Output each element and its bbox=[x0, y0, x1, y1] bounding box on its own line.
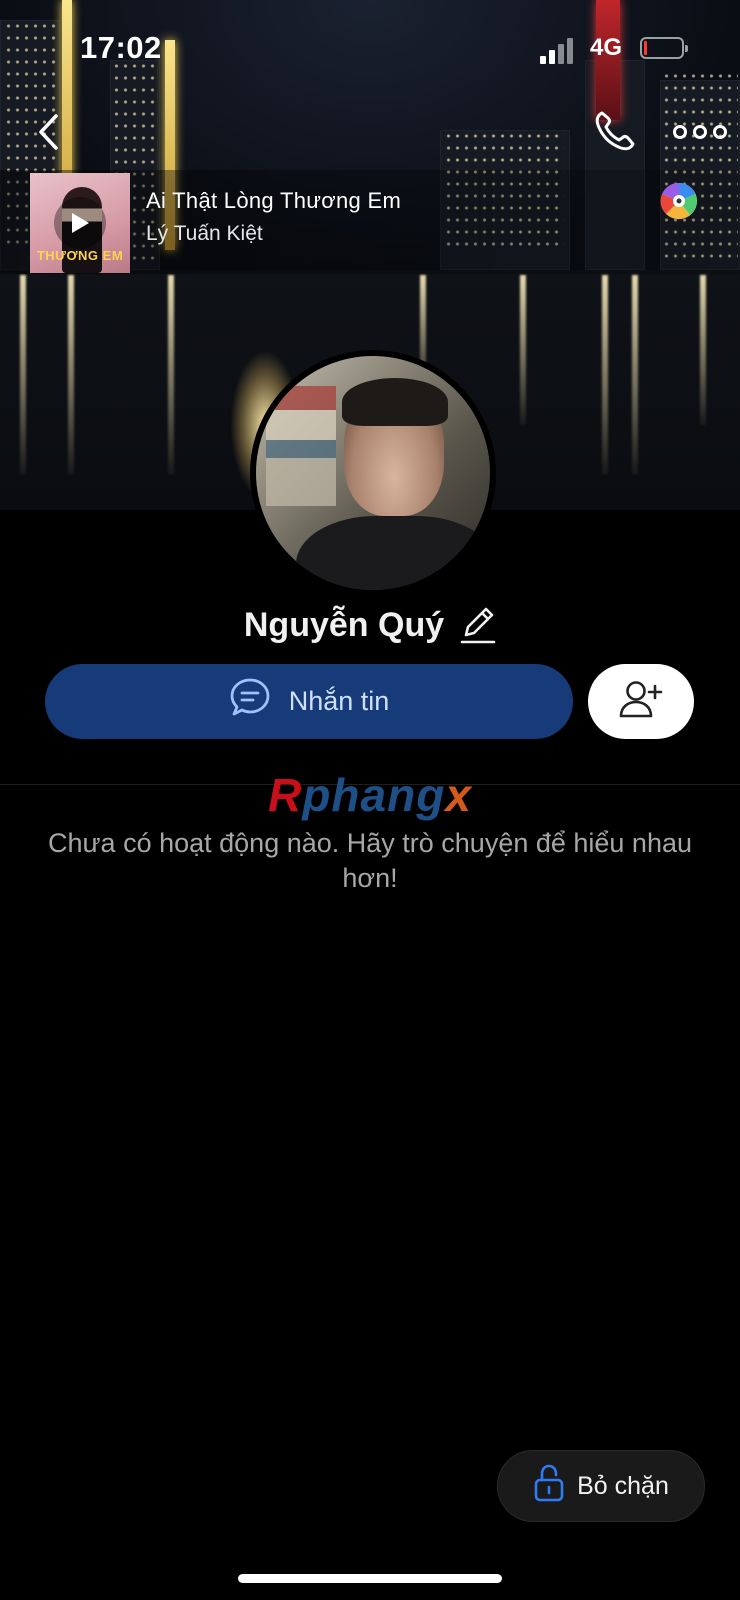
profile-name: Nguyễn Quý bbox=[243, 605, 445, 644]
empty-activity-text: Chưa có hoạt động nào. Hãy trò chuyện để… bbox=[47, 828, 693, 893]
add-friend-icon bbox=[618, 678, 664, 725]
avatar-photo bbox=[256, 356, 490, 590]
more-dots-icon[interactable] bbox=[672, 112, 728, 152]
home-indicator[interactable] bbox=[238, 1574, 502, 1583]
chat-bubble-icon bbox=[229, 677, 271, 726]
watermark-logo: Rphangx bbox=[268, 769, 472, 821]
album-text: THƯƠNG EM bbox=[36, 248, 124, 263]
battery-level bbox=[644, 41, 647, 55]
unlock-icon bbox=[533, 1464, 565, 1509]
music-disc-icon[interactable] bbox=[660, 182, 698, 220]
cover-reflection bbox=[700, 275, 706, 425]
cover-reflection bbox=[68, 275, 74, 475]
battery-icon bbox=[640, 37, 688, 59]
cover-reflection bbox=[602, 275, 608, 475]
chevron-left-icon[interactable] bbox=[28, 110, 68, 154]
network-type: 4G bbox=[590, 34, 623, 61]
phone-icon[interactable] bbox=[592, 108, 638, 154]
add-friend-button[interactable] bbox=[588, 664, 694, 739]
message-button-label: Nhắn tin bbox=[288, 686, 390, 716]
avatar-hair bbox=[342, 378, 448, 426]
avatar-background-shelf bbox=[266, 386, 336, 506]
profile-name-row: Nguyễn Quý bbox=[0, 600, 740, 650]
play-icon[interactable] bbox=[54, 197, 106, 249]
unblock-button[interactable]: Bỏ chặn bbox=[497, 1450, 705, 1522]
cover-reflection bbox=[168, 275, 174, 475]
cover-reflection bbox=[520, 275, 526, 425]
message-button[interactable]: Nhắn tin bbox=[45, 664, 573, 739]
status-bar: 17:02 4G bbox=[0, 0, 740, 100]
unblock-label: Bỏ chặn bbox=[577, 1471, 669, 1500]
pencil-icon[interactable] bbox=[460, 605, 496, 645]
cover-reflection bbox=[20, 275, 26, 475]
signal-icon bbox=[540, 36, 576, 64]
cover-reflection bbox=[632, 275, 638, 475]
avatar[interactable] bbox=[250, 350, 496, 596]
status-time: 17:02 bbox=[80, 30, 162, 65]
song-artist: Lý Tuấn Kiệt bbox=[146, 222, 263, 245]
avatar-shirt bbox=[296, 516, 490, 590]
song-title: Ai Thật Lòng Thương Em bbox=[146, 188, 402, 213]
album-cover[interactable]: THƯƠNG EM bbox=[30, 173, 130, 273]
music-bar[interactable]: THƯƠNG EM Ai Thật Lòng Thương Em Lý Tuấn… bbox=[0, 170, 740, 274]
